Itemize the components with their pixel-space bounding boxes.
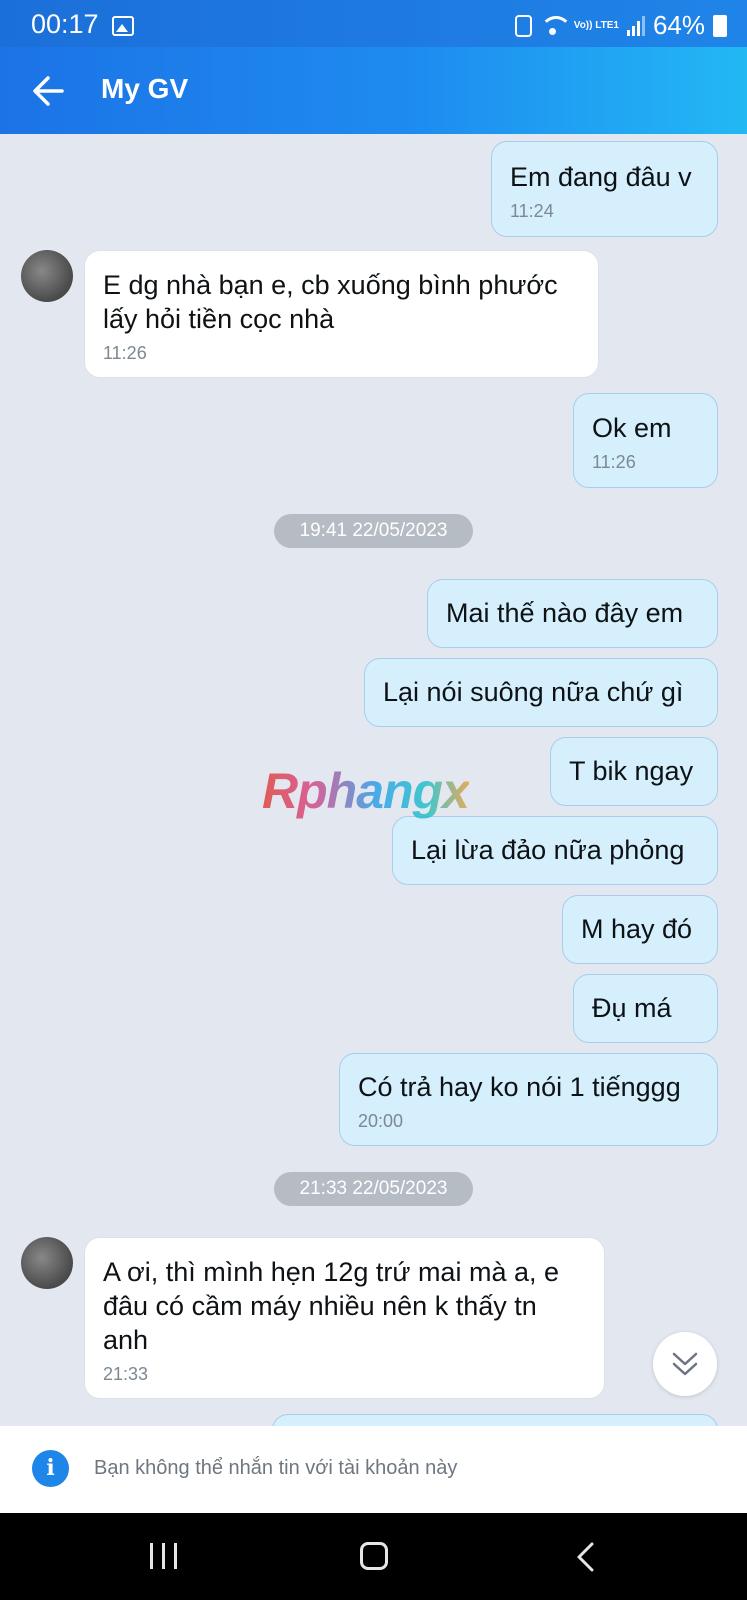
message-bubble[interactable]: A ơi, thì mình hẹn 12g trứ mai mà a, e đ… xyxy=(84,1237,605,1399)
message-bubble[interactable]: E dg nhà bạn e, cb xuống bình phước lấy … xyxy=(84,250,599,378)
arrow-left-icon xyxy=(33,76,64,106)
message-time: 11:26 xyxy=(592,452,636,472)
message-bubble[interactable]: Đụ má xyxy=(573,974,718,1043)
message-text: Có trả hay ko nói 1 tiếnggg xyxy=(358,1072,681,1102)
message-text: A ơi, thì mình hẹn 12g trứ mai mà a, e xyxy=(103,1257,559,1287)
volte-lte-icon: Vo)) LTE1 xyxy=(573,19,619,31)
message-bubble[interactable]: T bik ngay xyxy=(550,737,718,806)
message-text: Đụ má xyxy=(592,993,672,1023)
wifi-icon xyxy=(539,15,572,36)
message-bubble[interactable]: Lại nói suông nữa chứ gì xyxy=(364,658,718,727)
info-icon: i xyxy=(32,1450,69,1487)
conversation-title[interactable]: My GV xyxy=(101,73,188,105)
message-text: đâu có cầm máy nhiều nên k thấy tn xyxy=(103,1291,537,1321)
avatar[interactable] xyxy=(21,250,73,302)
date-separator: 19:41 22/05/2023 xyxy=(274,514,473,548)
message-text: Mai thế nào đây em xyxy=(446,598,684,628)
chevron-left-icon xyxy=(577,1542,594,1572)
battery-icon xyxy=(713,14,727,37)
status-bar: 00:17 Vo)) LTE1 64% xyxy=(0,0,747,47)
message-text: Em đang đâu v xyxy=(510,162,692,192)
message-bubble[interactable]: M hay đó xyxy=(562,895,718,964)
message-text: E dg nhà bạn e, cb xuống bình phước xyxy=(103,270,558,300)
app-header: My GV xyxy=(0,47,747,134)
message-text: M hay đó xyxy=(581,914,693,944)
chat-thread[interactable]: Em đang đâu v 11:24 E dg nhà bạn e, cb x… xyxy=(0,134,747,1426)
message-text: Lại lừa đảo nữa phỏng xyxy=(411,835,685,865)
message-text: Lại nói suông nữa chứ gì xyxy=(383,677,684,707)
message-bubble[interactable]: Mai thế nào đây em xyxy=(427,579,718,648)
message-bubble[interactable]: Lại lừa đảo nữa phỏng xyxy=(392,816,718,885)
gallery-notification-icon xyxy=(112,16,134,36)
message-bubble-partial[interactable] xyxy=(272,1414,718,1426)
date-separator: 21:33 22/05/2023 xyxy=(274,1172,473,1206)
message-time: 20:00 xyxy=(358,1111,404,1131)
back-button[interactable] xyxy=(28,69,72,113)
message-time: 21:33 xyxy=(103,1364,149,1384)
recycle-lock-icon xyxy=(514,14,532,37)
double-chevron-down-icon xyxy=(672,1352,698,1376)
messaging-disabled-notice: i Bạn không thể nhắn tin với tài khoản n… xyxy=(0,1426,747,1513)
notice-text: Bạn không thể nhắn tin với tài khoản này xyxy=(94,1457,458,1479)
recent-apps-button[interactable] xyxy=(150,1543,182,1569)
message-text: anh xyxy=(103,1325,149,1355)
message-text: lấy hỏi tiền cọc nhà xyxy=(103,304,335,334)
message-text: Ok em xyxy=(592,413,672,443)
nav-back-button[interactable] xyxy=(572,1541,602,1573)
message-time: 11:26 xyxy=(103,343,147,363)
message-text: T bik ngay xyxy=(569,756,694,786)
home-button[interactable] xyxy=(360,1542,388,1570)
message-bubble[interactable]: Có trả hay ko nói 1 tiếnggg 20:00 xyxy=(339,1053,718,1146)
system-nav-bar xyxy=(0,1513,747,1600)
avatar[interactable] xyxy=(21,1237,73,1289)
scroll-to-bottom-button[interactable] xyxy=(653,1332,717,1396)
message-bubble[interactable]: Em đang đâu v 11:24 xyxy=(491,141,718,237)
signal-icon xyxy=(626,15,645,36)
watermark: Rphangx xyxy=(262,763,470,819)
battery-percent: 64% xyxy=(652,10,705,40)
status-time: 00:17 xyxy=(31,9,99,39)
message-bubble[interactable]: Ok em 11:26 xyxy=(573,393,718,488)
message-time: 11:24 xyxy=(510,201,554,221)
status-indicators: Vo)) LTE1 64% xyxy=(514,10,727,41)
